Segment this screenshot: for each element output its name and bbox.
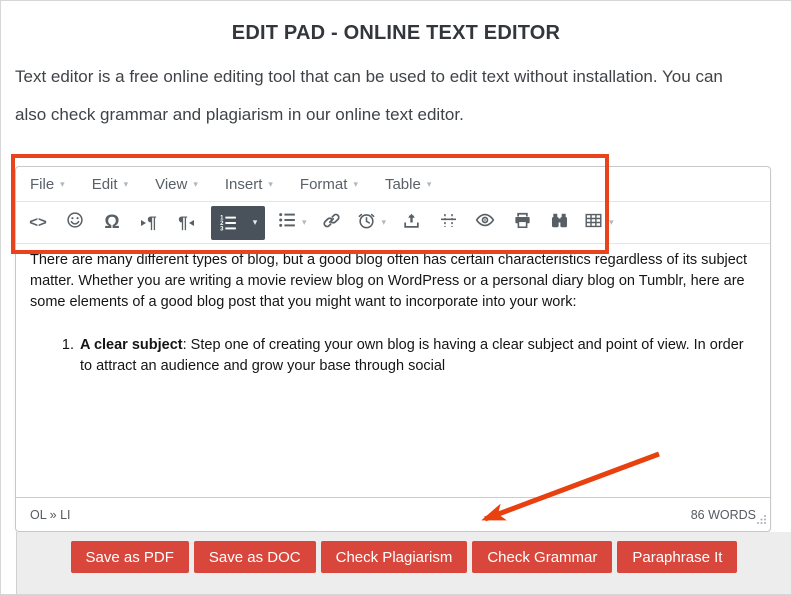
timer-button[interactable]: ▾	[357, 211, 387, 235]
element-path: OL » LI	[30, 507, 71, 522]
upload-icon	[402, 211, 421, 235]
ltr-paragraph-button[interactable]: ¶	[137, 206, 161, 240]
page-break-icon	[439, 211, 458, 235]
status-bar: OL » LI 86 WORDS	[16, 497, 770, 531]
text-editor: File ▾ Edit ▾ View ▾ Insert ▾ Format ▾ T…	[15, 166, 771, 532]
content-ordered-list: A clear subject: Step one of creating yo…	[30, 335, 756, 377]
printer-icon	[513, 211, 532, 235]
list-item-bold-text: A clear subject	[80, 337, 183, 353]
chevron-down-icon: ▾	[609, 217, 614, 227]
pilcrow-icon: ¶	[178, 212, 188, 232]
menu-view[interactable]: View ▾	[155, 176, 198, 193]
table-button[interactable]: ▾	[584, 211, 614, 235]
menu-bar: File ▾ Edit ▾ View ▾ Insert ▾ Format ▾ T…	[16, 167, 770, 202]
action-button-row: Save as PDF Save as DOC Check Plagiarism…	[17, 541, 791, 573]
numbered-list-button-active[interactable]: 123 ▾	[211, 205, 265, 240]
editor-content-area[interactable]: There are many different types of blog, …	[16, 244, 770, 497]
paraphrase-it-button[interactable]: Paraphrase It	[617, 541, 738, 573]
icon-toolbar: <> Ω ¶ ¶ 123 ▾ ▾ ▾ ▾	[16, 202, 770, 244]
menu-view-label: View	[155, 175, 188, 193]
page-title: EDIT PAD - ONLINE TEXT EDITOR	[231, 22, 561, 44]
print-button[interactable]	[510, 206, 534, 240]
source-code-button[interactable]: <>	[26, 206, 50, 240]
intro-line-2: also check grammar and plagiarism in our…	[15, 105, 464, 124]
pilcrow-icon: ¶	[147, 212, 157, 232]
bullet-list-icon	[278, 211, 296, 234]
eye-icon	[475, 210, 495, 235]
intro-line-1: Text editor is a free online editing too…	[15, 67, 723, 86]
emoticon-button[interactable]	[63, 206, 87, 240]
page-break-button[interactable]	[436, 206, 460, 240]
chevron-down-icon: ▾	[381, 217, 387, 227]
resize-grip[interactable]	[756, 514, 767, 528]
chevron-down-icon: ▾	[353, 178, 358, 189]
menu-table-label: Table	[384, 175, 421, 193]
menu-format-label: Format	[299, 175, 348, 193]
footer-panel: Save as PDF Save as DOC Check Plagiarism…	[16, 532, 791, 594]
source-code-icon: <>	[29, 214, 47, 231]
menu-file[interactable]: File ▾	[30, 176, 65, 193]
triangle-left-icon	[188, 219, 194, 226]
table-icon	[584, 211, 603, 235]
page: EDIT PAD - ONLINE TEXT EDITOR Text edito…	[0, 0, 792, 595]
numbered-list-dropdown[interactable]: ▾	[245, 218, 265, 227]
chevron-down-icon: ▾	[60, 178, 65, 189]
upload-button[interactable]	[399, 206, 423, 240]
menu-format[interactable]: Format ▾	[300, 176, 358, 193]
menu-insert[interactable]: Insert ▾	[225, 176, 273, 193]
check-grammar-button[interactable]: Check Grammar	[472, 541, 613, 573]
menu-file-label: File	[30, 175, 55, 193]
chevron-down-icon: ▾	[252, 217, 258, 227]
special-character-button[interactable]: Ω	[100, 206, 124, 240]
menu-edit[interactable]: Edit ▾	[92, 176, 128, 193]
find-replace-button[interactable]	[547, 206, 571, 240]
content-paragraph: There are many different types of blog, …	[30, 252, 748, 310]
menu-edit-label: Edit	[91, 175, 118, 193]
link-button[interactable]	[320, 206, 344, 240]
list-item: A clear subject: Step one of creating yo…	[78, 335, 756, 377]
clock-icon	[357, 211, 376, 235]
chevron-down-icon: ▾	[268, 178, 273, 189]
svg-text:3: 3	[220, 226, 224, 232]
menu-table[interactable]: Table ▾	[385, 176, 431, 193]
rtl-paragraph-button[interactable]: ¶	[174, 206, 198, 240]
numbered-list-icon: 123	[211, 214, 245, 232]
binoculars-icon	[550, 211, 569, 235]
save-as-pdf-button[interactable]: Save as PDF	[70, 541, 189, 573]
intro-text: Text editor is a free online editing too…	[15, 58, 787, 134]
menu-insert-label: Insert	[224, 175, 263, 193]
bullet-list-button[interactable]: ▾	[278, 211, 307, 234]
preview-button[interactable]	[473, 206, 497, 240]
chevron-down-icon: ▾	[426, 178, 432, 189]
check-plagiarism-button[interactable]: Check Plagiarism	[320, 541, 468, 573]
omega-icon: Ω	[104, 211, 120, 233]
emoticon-icon	[66, 211, 84, 234]
word-count: 86 WORDS	[690, 507, 756, 522]
chevron-down-icon: ▾	[302, 217, 307, 227]
save-as-doc-button[interactable]: Save as DOC	[193, 541, 316, 573]
triangle-right-icon	[141, 219, 147, 226]
chevron-down-icon: ▾	[123, 178, 129, 189]
link-icon	[322, 211, 341, 235]
chevron-down-icon: ▾	[193, 178, 198, 189]
